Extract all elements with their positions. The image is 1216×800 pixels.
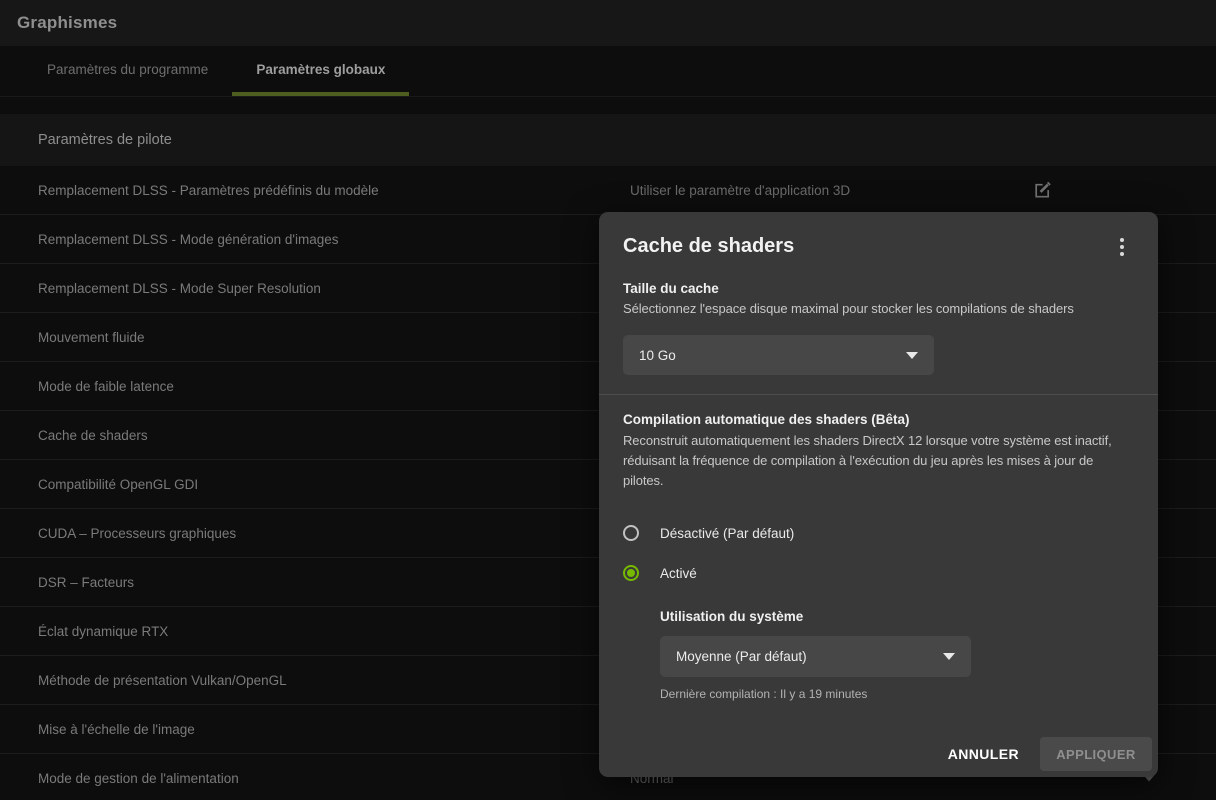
dialog-title: Cache de shaders	[623, 233, 794, 259]
setting-name: Mouvement fluide	[0, 330, 145, 345]
section-header: Paramètres de pilote	[0, 114, 1216, 166]
tab-program-settings[interactable]: Paramètres du programme	[23, 46, 232, 96]
system-usage-label: Utilisation du système	[660, 609, 1134, 624]
system-usage-section: Utilisation du système Moyenne (Par défa…	[660, 609, 1134, 701]
auto-compile-radio-group: Désactivé (Par défaut) Activé Utilisatio…	[623, 513, 1134, 701]
page-title: Graphismes	[17, 13, 117, 33]
cancel-button[interactable]: ANNULER	[948, 746, 1019, 762]
system-usage-select[interactable]: Moyenne (Par défaut)	[660, 636, 971, 677]
setting-name: Remplacement DLSS - Mode Super Resolutio…	[0, 281, 321, 296]
cache-size-description: Sélectionnez l'espace disque maximal pou…	[623, 299, 1134, 318]
kebab-menu-icon[interactable]	[1110, 235, 1134, 259]
caret-down-icon	[906, 352, 918, 359]
setting-name: Méthode de présentation Vulkan/OpenGL	[0, 673, 287, 688]
dialog-footer: ANNULER APPLIQUER	[948, 737, 1152, 771]
setting-value: Utiliser le paramètre d'application 3D	[630, 183, 850, 198]
graphics-settings-page: Graphismes Paramètres du programme Param…	[0, 0, 1216, 800]
dialog-divider	[599, 394, 1158, 395]
auto-compile-label: Compilation automatique des shaders (Bêt…	[623, 412, 1134, 427]
setting-name: Remplacement DLSS - Paramètres prédéfini…	[0, 183, 379, 198]
radio-option-disabled[interactable]: Désactivé (Par défaut)	[623, 513, 1134, 553]
setting-name: Compatibilité OpenGL GDI	[0, 477, 198, 492]
setting-name: Éclat dynamique RTX	[0, 624, 168, 639]
setting-name: Cache de shaders	[0, 428, 148, 443]
radio-option-enabled[interactable]: Activé	[623, 553, 1134, 593]
setting-name: Remplacement DLSS - Mode génération d'im…	[0, 232, 338, 247]
apply-button[interactable]: APPLIQUER	[1040, 737, 1152, 771]
system-usage-value: Moyenne (Par défaut)	[676, 649, 807, 664]
cache-size-label: Taille du cache	[623, 281, 1134, 296]
dialog-header: Cache de shaders	[623, 212, 1134, 259]
caret-down-icon	[943, 653, 955, 660]
setting-name: Mode de gestion de l'alimentation	[0, 771, 239, 786]
last-compilation-status: Dernière compilation : Il y a 19 minutes	[660, 687, 1134, 701]
settings-row[interactable]: Remplacement DLSS - Paramètres prédéfini…	[0, 166, 1216, 215]
setting-name: DSR – Facteurs	[0, 575, 134, 590]
tab-bar: Paramètres du programme Paramètres globa…	[0, 46, 1216, 97]
edit-icon[interactable]	[1033, 181, 1052, 200]
cache-size-value: 10 Go	[639, 348, 676, 363]
auto-compile-description: Reconstruit automatiquement les shaders …	[623, 431, 1134, 491]
page-header: Graphismes	[0, 0, 1216, 46]
tab-global-settings[interactable]: Paramètres globaux	[232, 46, 409, 96]
radio-icon	[623, 565, 639, 581]
setting-name: Mode de faible latence	[0, 379, 174, 394]
setting-name: CUDA – Processeurs graphiques	[0, 526, 236, 541]
shader-cache-dialog: Cache de shaders Taille du cache Sélecti…	[599, 212, 1158, 777]
cache-size-select[interactable]: 10 Go	[623, 335, 934, 375]
setting-name: Mise à l'échelle de l'image	[0, 722, 195, 737]
radio-icon	[623, 525, 639, 541]
